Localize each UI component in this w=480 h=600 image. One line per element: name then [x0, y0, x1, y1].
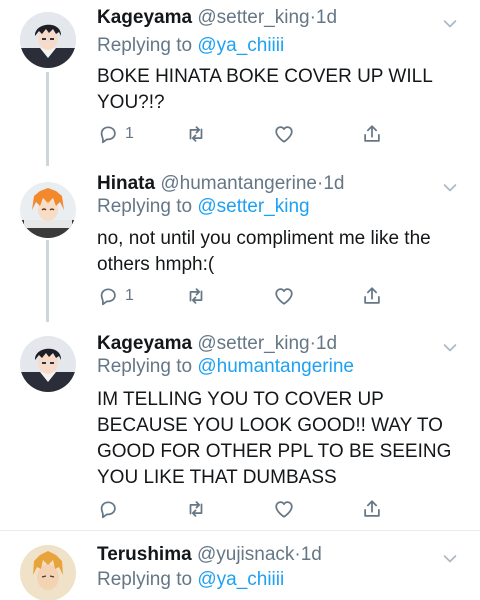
reply-icon — [97, 123, 119, 145]
chevron-down-icon[interactable] — [442, 16, 458, 32]
replying-to: Replying to @ya_chiiii — [97, 569, 284, 591]
reply-count: 1 — [125, 287, 134, 304]
mention-link[interactable]: @ya_chiiii — [197, 35, 284, 56]
tweet[interactable]: Kageyama @setter_king·1d Replying to @ya… — [0, 0, 480, 166]
reply-icon — [97, 498, 119, 520]
avatar[interactable] — [20, 336, 76, 392]
avatar[interactable] — [20, 545, 76, 600]
replying-to-label: Replying to — [97, 196, 193, 217]
replying-to: Replying to @setter_king — [97, 196, 310, 218]
chevron-down-icon[interactable] — [442, 340, 458, 356]
tweet-text: BOKE HINATA BOKE COVER UP WILL YOU?!? — [97, 66, 433, 113]
like-icon — [273, 123, 295, 145]
handle[interactable]: @setter_king — [197, 7, 309, 28]
replying-to: Replying to @humantangerine — [97, 356, 354, 378]
timestamp[interactable]: 1d — [316, 333, 337, 354]
timestamp[interactable]: 1d — [301, 544, 322, 565]
replying-to-label: Replying to — [97, 35, 193, 56]
like-button[interactable] — [273, 122, 295, 146]
retweet-icon — [185, 498, 207, 520]
retweet-button[interactable] — [185, 284, 207, 308]
handle[interactable]: @humantangerine — [160, 173, 317, 194]
tweet-actions — [97, 497, 397, 521]
tweet[interactable]: Terushima @yujisnack·1d Replying to @ya_… — [0, 531, 480, 600]
avatar[interactable] — [20, 12, 76, 68]
timestamp[interactable]: 1d — [316, 7, 337, 28]
like-icon — [273, 498, 295, 520]
tweet-header: Hinata @humantangerine·1d — [97, 173, 344, 195]
tweet-header: Kageyama @setter_king·1d — [97, 7, 337, 29]
display-name[interactable]: Kageyama — [97, 333, 192, 354]
reply-icon — [97, 285, 119, 307]
avatar[interactable] — [20, 182, 76, 238]
tweet[interactable]: Kageyama @setter_king·1d Replying to @hu… — [0, 326, 480, 526]
like-button[interactable] — [273, 497, 295, 521]
like-icon — [273, 285, 295, 307]
replying-to-label: Replying to — [97, 356, 193, 377]
tweet-actions: 1 — [97, 284, 397, 308]
retweet-button[interactable] — [185, 497, 207, 521]
mention-link[interactable]: @humantangerine — [197, 356, 354, 377]
share-button[interactable] — [361, 284, 383, 308]
replying-to: Replying to @ya_chiiii — [97, 35, 284, 57]
tweet[interactable]: Hinata @humantangerine·1d Replying to @s… — [0, 166, 480, 326]
reply-count: 1 — [125, 125, 134, 142]
handle[interactable]: @yujisnack — [197, 544, 294, 565]
share-icon — [361, 285, 383, 307]
reply-button[interactable]: 1 — [97, 284, 134, 308]
chevron-down-icon[interactable] — [442, 551, 458, 567]
tweet-actions: 1 — [97, 122, 397, 146]
reply-button[interactable]: 1 — [97, 122, 134, 146]
tweet-header: Terushima @yujisnack·1d — [97, 544, 322, 566]
tweet-text: no, not until you compliment me like the… — [97, 228, 431, 275]
timestamp[interactable]: 1d — [323, 173, 344, 194]
retweet-icon — [185, 285, 207, 307]
display-name[interactable]: Kageyama — [97, 7, 192, 28]
replying-to-label: Replying to — [97, 569, 193, 590]
tweet-header: Kageyama @setter_king·1d — [97, 333, 337, 355]
handle[interactable]: @setter_king — [197, 333, 309, 354]
retweet-icon — [185, 123, 207, 145]
retweet-button[interactable] — [185, 122, 207, 146]
chevron-down-icon[interactable] — [442, 180, 458, 196]
mention-link[interactable]: @setter_king — [197, 196, 309, 217]
like-button[interactable] — [273, 284, 295, 308]
share-button[interactable] — [361, 497, 383, 521]
share-button[interactable] — [361, 122, 383, 146]
share-icon — [361, 123, 383, 145]
reply-button[interactable] — [97, 497, 125, 521]
tweet-text: IM TELLING YOU TO COVER UP BECAUSE YOU L… — [97, 389, 452, 488]
mention-link[interactable]: @ya_chiiii — [197, 569, 284, 590]
display-name[interactable]: Terushima — [97, 544, 192, 565]
display-name[interactable]: Hinata — [97, 173, 155, 194]
share-icon — [361, 498, 383, 520]
